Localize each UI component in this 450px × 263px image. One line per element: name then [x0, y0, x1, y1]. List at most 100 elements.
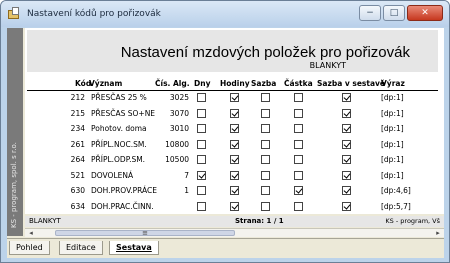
- col-header-vyraz: Výraz: [381, 79, 405, 88]
- table-row[interactable]: 264 PŘÍPL.ODP.SM. 10500 [dp:1]: [25, 154, 444, 167]
- checkbox-castka[interactable]: [294, 170, 303, 180]
- checkbox-sazba[interactable]: [261, 201, 270, 211]
- checkbox-castka[interactable]: [294, 124, 303, 133]
- cell-cis-alg: 3025: [169, 93, 189, 102]
- vendor-side-strip: KS - program, spol. s r.o.: [7, 28, 23, 236]
- report-header: Nastavení mzdových položek pro pořizovák…: [27, 30, 438, 72]
- checkbox-sazba-v-sestave[interactable]: [342, 124, 351, 133]
- checkbox-hodiny[interactable]: [230, 186, 239, 195]
- col-header-dny: Dny: [194, 79, 211, 88]
- cell-vyznam: PŘÍPL.NOC.SM.: [91, 139, 147, 149]
- cell-vyznam: PŘESČAS SO+NE: [91, 108, 156, 118]
- scroll-left-arrow[interactable]: ◂: [26, 229, 36, 237]
- cell-cis-alg: 1: [184, 186, 189, 195]
- checkbox-castka[interactable]: [294, 108, 303, 118]
- checkbox-castka[interactable]: [294, 155, 303, 164]
- tab-sestava[interactable]: Sestava: [109, 241, 159, 255]
- cell-vyznam: DOH.PROV.PRÁCE: [91, 186, 158, 195]
- cell-kod: 261: [70, 139, 85, 149]
- checkbox-dny[interactable]: [197, 170, 206, 180]
- cell-vyraz: [dp:1]: [381, 155, 404, 164]
- checkbox-dny[interactable]: [197, 139, 206, 149]
- checkbox-sazba[interactable]: [261, 93, 270, 102]
- cell-kod: 212: [70, 93, 85, 102]
- checkbox-hodiny[interactable]: [230, 170, 239, 180]
- checkbox-hodiny[interactable]: [230, 108, 239, 118]
- checkbox-sazba-v-sestave[interactable]: [342, 186, 351, 195]
- col-header-castka: Částka: [284, 79, 313, 88]
- col-header-hodiny: Hodiny: [220, 79, 250, 88]
- checkbox-castka[interactable]: [294, 139, 303, 149]
- footer-vendor: KS - program, Vš: [385, 217, 440, 225]
- window-title: Nastavení kódů pro pořizovák: [27, 9, 161, 19]
- cell-cis-alg: 7: [184, 170, 189, 180]
- checkbox-castka[interactable]: [294, 186, 303, 195]
- checkbox-sazba[interactable]: [261, 108, 270, 118]
- checkbox-sazba-v-sestave[interactable]: [342, 170, 351, 180]
- maximize-button[interactable]: □: [383, 5, 405, 21]
- cell-vyraz: [dp:1]: [381, 93, 404, 102]
- checkbox-sazba[interactable]: [261, 186, 270, 195]
- checkbox-hodiny[interactable]: [230, 201, 239, 211]
- vendor-label: KS - program, spol. s r.o.: [10, 142, 18, 228]
- checkbox-sazba-v-sestave[interactable]: [342, 155, 351, 164]
- report-subtitle: BLANKYT: [309, 61, 346, 70]
- checkbox-dny[interactable]: [197, 201, 206, 211]
- cell-kod: 215: [70, 108, 85, 118]
- cell-cis-alg: 10500: [165, 155, 189, 164]
- col-header-cis-alg: Čís. Alg.: [155, 79, 190, 88]
- checkbox-hodiny[interactable]: [230, 93, 239, 102]
- header-divider: [27, 90, 438, 91]
- table-row[interactable]: 521 DOVOLENÁ 7 [dp:1]: [25, 170, 444, 183]
- table-row[interactable]: 212 PŘESČAS 25 % 3025 [dp:1]: [25, 92, 444, 105]
- footer-company: BLANKYT: [29, 217, 61, 225]
- checkbox-sazba-v-sestave[interactable]: [342, 93, 351, 102]
- report-preview[interactable]: Nastavení mzdových položek pro pořizovák…: [25, 28, 444, 214]
- cell-vyznam: PŘÍPL.ODP.SM.: [91, 155, 146, 164]
- tab-editace[interactable]: Editace: [59, 241, 103, 255]
- scroll-grip-icon: ≡: [142, 229, 148, 237]
- close-button[interactable]: ✕: [407, 5, 443, 21]
- cell-kod: 630: [70, 186, 85, 195]
- horizontal-scrollbar[interactable]: ◂ ≡ ▸: [25, 228, 444, 237]
- checkbox-castka[interactable]: [294, 93, 303, 102]
- minimize-button[interactable]: −: [359, 5, 381, 21]
- checkbox-sazba-v-sestave[interactable]: [342, 139, 351, 149]
- table-row[interactable]: 261 PŘÍPL.NOC.SM. 10800 [dp:1]: [25, 139, 444, 152]
- report-title: Nastavení mzdových položek pro pořizovák: [120, 44, 410, 61]
- checkbox-dny[interactable]: [197, 108, 206, 118]
- checkbox-dny[interactable]: [197, 93, 206, 102]
- checkbox-sazba[interactable]: [261, 139, 270, 149]
- cell-vyznam: DOH.PRAC.ČINN.: [91, 201, 154, 211]
- report-footer: BLANKYT Strana: 1 / 1 KS - program, Vš: [25, 216, 444, 227]
- checkbox-sazba-v-sestave[interactable]: [342, 201, 351, 211]
- checkbox-hodiny[interactable]: [230, 124, 239, 133]
- col-header-vyznam: Význam: [89, 79, 123, 88]
- table-row[interactable]: 634 DOH.PRAC.ČINN. [dp:5,7]: [25, 201, 444, 214]
- checkbox-sazba[interactable]: [261, 170, 270, 180]
- table-row[interactable]: 234 Pohotov. doma 3010 [dp:1]: [25, 123, 444, 136]
- table-row[interactable]: 215 PŘESČAS SO+NE 3070 [dp:1]: [25, 108, 444, 121]
- title-bar[interactable]: Nastavení kódů pro pořizovák − □ ✕: [1, 1, 449, 27]
- cell-vyznam: DOVOLENÁ: [91, 170, 134, 180]
- cell-vyraz: [dp:1]: [381, 139, 404, 149]
- checkbox-hodiny[interactable]: [230, 139, 239, 149]
- checkbox-dny[interactable]: [197, 155, 206, 164]
- cell-vyraz: [dp:5,7]: [381, 201, 411, 211]
- cell-vyznam: PŘESČAS 25 %: [91, 93, 147, 102]
- tab-pohled[interactable]: Pohled: [9, 241, 50, 255]
- checkbox-sazba-v-sestave[interactable]: [342, 108, 351, 118]
- client-area: KS - program, spol. s r.o. Nastavení mzd…: [7, 28, 444, 258]
- app-icon: [7, 7, 21, 21]
- cell-vyznam: Pohotov. doma: [91, 124, 147, 133]
- checkbox-sazba[interactable]: [261, 124, 270, 133]
- scroll-right-arrow[interactable]: ▸: [433, 229, 443, 237]
- table-row[interactable]: 630 DOH.PROV.PRÁCE 1 [dp:4,6]: [25, 185, 444, 198]
- checkbox-dny[interactable]: [197, 124, 206, 133]
- checkbox-castka[interactable]: [294, 201, 303, 211]
- col-header-sazba-v-sestave: Sazba v sestavě: [317, 79, 386, 88]
- checkbox-hodiny[interactable]: [230, 155, 239, 164]
- checkbox-sazba[interactable]: [261, 155, 270, 164]
- checkbox-dny[interactable]: [197, 186, 206, 195]
- app-window: Nastavení kódů pro pořizovák − □ ✕ KS - …: [0, 0, 450, 263]
